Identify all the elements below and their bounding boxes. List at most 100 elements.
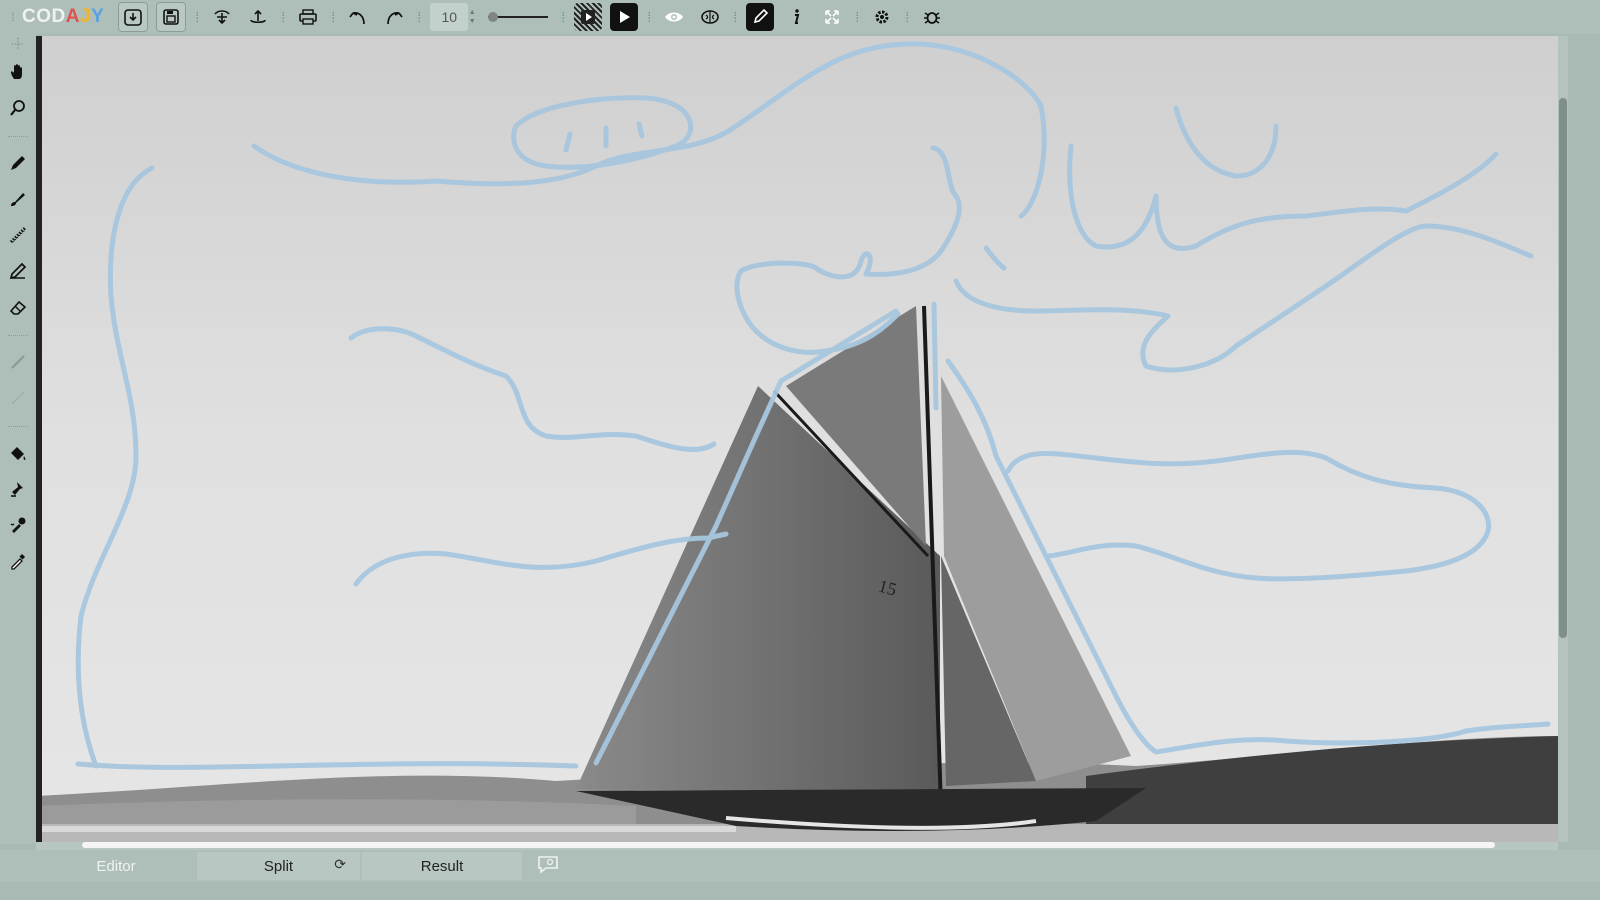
eraser-icon xyxy=(9,300,27,315)
ruler-icon xyxy=(11,391,25,405)
logo-letter: D xyxy=(51,6,66,27)
tab-split-label: Split xyxy=(263,857,294,875)
preview-button[interactable] xyxy=(660,3,688,31)
tool-separator xyxy=(8,418,28,427)
chat-button[interactable] xyxy=(536,852,560,876)
layers-icon xyxy=(214,10,230,25)
settings-button[interactable] xyxy=(868,3,896,31)
tab-editor[interactable]: Editor xyxy=(36,852,196,880)
brush-tool-button[interactable] xyxy=(4,185,32,213)
drag-handle-icon[interactable]: ⁞ xyxy=(4,10,22,24)
tool-separator xyxy=(8,327,28,336)
toolbar-separator[interactable] xyxy=(730,5,740,29)
dropper-icon xyxy=(10,517,26,533)
hand-tool-button[interactable] xyxy=(4,58,32,86)
toolbar-separator[interactable] xyxy=(852,5,862,29)
pen-tool-button[interactable] xyxy=(4,149,32,177)
bottom-tab-bar: Editor Split ⟳ Result xyxy=(0,850,1600,882)
print-button[interactable] xyxy=(294,3,322,31)
toolbar-separator[interactable] xyxy=(192,5,202,29)
undo-button[interactable] xyxy=(344,3,372,31)
brush-size-input[interactable]: 10 xyxy=(430,3,469,31)
search-icon xyxy=(10,100,25,116)
top-toolbar: ⁞ C O D A J Y 10 ▲▼ xyxy=(0,0,1600,34)
redo-button[interactable] xyxy=(380,3,408,31)
brush-size-stepper[interactable]: ▲ ▼ xyxy=(468,3,476,31)
tool-separator xyxy=(8,128,28,137)
fill-tool-button[interactable] xyxy=(4,439,32,467)
tab-result-label: Result xyxy=(420,857,464,875)
vertical-scroll-thumb[interactable] xyxy=(1559,98,1567,638)
toolbar-separator[interactable] xyxy=(328,5,338,29)
play-button[interactable] xyxy=(610,3,639,31)
save-image-button[interactable] xyxy=(156,2,187,32)
water-glare-shape xyxy=(36,826,736,832)
eyedropper-icon xyxy=(11,553,26,570)
swap-icon[interactable]: ⟳ xyxy=(334,856,346,873)
bug-icon xyxy=(924,12,941,24)
info-button[interactable] xyxy=(782,3,810,31)
dropper-tool-button[interactable] xyxy=(4,511,32,539)
eye-icon xyxy=(665,12,684,22)
print-icon xyxy=(299,9,318,25)
animation-button[interactable] xyxy=(574,3,603,31)
toolbar-separator[interactable] xyxy=(278,5,288,29)
debug-button[interactable] xyxy=(918,3,946,31)
zoom-tool-button[interactable] xyxy=(4,94,32,122)
draw-mode-button[interactable] xyxy=(746,3,775,31)
toolbar-separator[interactable] xyxy=(558,5,568,29)
upload-button[interactable] xyxy=(244,3,272,31)
move-handle-icon[interactable] xyxy=(4,36,32,52)
fullscreen-icon xyxy=(825,10,840,24)
hand-icon xyxy=(11,64,22,79)
slider-thumb[interactable] xyxy=(488,12,499,22)
logo-letter: A xyxy=(65,6,80,27)
layers-button[interactable] xyxy=(208,3,236,31)
ruler-tool-button[interactable] xyxy=(4,384,32,412)
status-strip xyxy=(0,882,1600,900)
shore-shape xyxy=(36,799,636,826)
pencil-tool-button[interactable] xyxy=(4,257,32,285)
eraser-tool-button[interactable] xyxy=(4,293,32,321)
toolbar-separator[interactable] xyxy=(902,5,912,29)
logo-letter: Y xyxy=(91,6,105,27)
horizontal-scrollbar[interactable] xyxy=(36,842,1558,850)
photo-edge-shape xyxy=(36,36,42,842)
line-tool-button[interactable] xyxy=(4,348,32,376)
tab-editor-label: Editor xyxy=(96,857,136,875)
brain-icon xyxy=(701,10,720,24)
logo-letter: O xyxy=(36,6,52,27)
chat-bubble-icon xyxy=(538,856,558,874)
logo-letter: C xyxy=(22,6,37,27)
undo-icon xyxy=(349,12,366,25)
pen-icon xyxy=(754,8,769,24)
info-icon xyxy=(794,9,800,24)
toolbar-separator[interactable] xyxy=(414,5,424,29)
brush-stroke xyxy=(931,301,939,411)
save-image-icon xyxy=(163,9,180,25)
download-icon xyxy=(124,9,143,26)
vertical-scrollbar[interactable] xyxy=(1558,36,1568,842)
line-icon xyxy=(11,355,25,369)
download-button[interactable] xyxy=(118,2,149,32)
film-play-icon xyxy=(581,10,596,24)
tab-result[interactable]: Result xyxy=(362,852,522,880)
toolbar-separator[interactable] xyxy=(644,5,654,29)
brush-icon xyxy=(11,193,25,206)
paint-bucket-icon xyxy=(11,447,26,460)
stamp-icon xyxy=(11,482,23,497)
eyedropper-tool-button[interactable] xyxy=(4,547,32,575)
ai-button[interactable] xyxy=(696,3,724,31)
fullscreen-button[interactable] xyxy=(818,3,846,31)
canvas-scene: 15 xyxy=(36,36,1558,842)
redo-icon xyxy=(387,12,403,25)
spray-tool-button[interactable] xyxy=(4,221,32,249)
spray-icon xyxy=(9,226,27,244)
drawing-canvas[interactable]: 15 xyxy=(36,36,1558,842)
app-logo[interactable]: ⁞ C O D A J Y xyxy=(4,0,104,34)
tab-split[interactable]: Split ⟳ xyxy=(197,852,360,880)
brush-size-slider[interactable] xyxy=(488,7,549,27)
pen-icon xyxy=(11,156,25,170)
horizontal-scroll-thumb[interactable] xyxy=(82,842,1495,848)
stamp-tool-button[interactable] xyxy=(4,475,32,503)
